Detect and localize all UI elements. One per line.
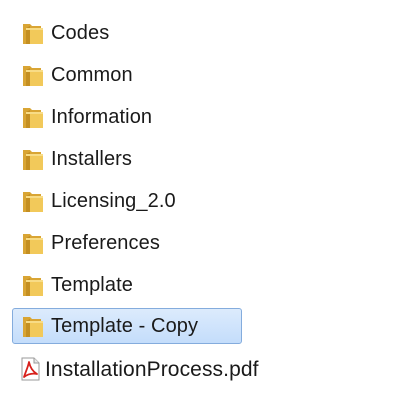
folder-icon (21, 272, 45, 298)
file-item-installers[interactable]: Installers (12, 141, 141, 177)
file-item-label: Licensing_2.0 (51, 190, 176, 212)
file-item-information[interactable]: Information (12, 99, 161, 135)
file-item-common[interactable]: Common (12, 57, 142, 93)
file-item-label: Preferences (51, 232, 160, 254)
folder-icon (21, 20, 45, 46)
file-item-label: InstallationProcess.pdf (45, 357, 259, 381)
file-item-label: Template - Copy (51, 315, 199, 337)
folder-icon (21, 313, 45, 339)
file-list: Codes Common Information Installers Lice… (0, 0, 399, 400)
file-item-label: Template (51, 274, 133, 296)
folder-icon (21, 188, 45, 214)
file-item-label: Installers (51, 148, 133, 170)
file-item-preferences[interactable]: Preferences (12, 225, 169, 261)
folder-icon (21, 230, 45, 256)
file-item-installation-pdf[interactable]: InstallationProcess.pdf (9, 351, 268, 387)
file-item-codes[interactable]: Codes (12, 15, 118, 51)
file-item-label: Codes (51, 22, 110, 44)
file-item-template-copy[interactable]: Template - Copy (12, 308, 242, 344)
pdf-file-icon (18, 356, 42, 382)
file-item-label: Common (51, 64, 133, 86)
file-item-licensing[interactable]: Licensing_2.0 (12, 183, 185, 219)
folder-icon (21, 146, 45, 172)
folder-icon (21, 104, 45, 130)
file-item-template[interactable]: Template (12, 267, 142, 303)
file-item-label: Information (51, 106, 153, 128)
folder-icon (21, 62, 45, 88)
